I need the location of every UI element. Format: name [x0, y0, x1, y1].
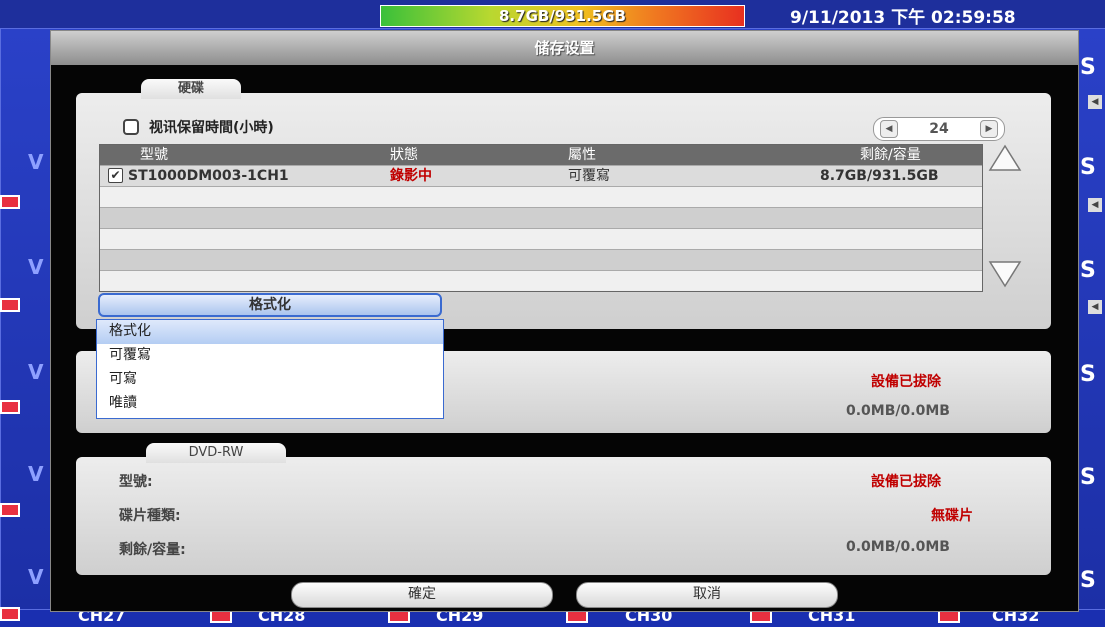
camera-tile-label: V — [28, 255, 44, 279]
table-row[interactable] — [100, 228, 982, 249]
table-row[interactable] — [100, 249, 982, 270]
camera-tile-label: S — [1080, 55, 1096, 80]
hdd-tab: 硬碟 — [141, 79, 241, 99]
hdd-status: 錄影中 — [390, 168, 432, 184]
decrement-button[interactable]: ◀ — [880, 120, 898, 138]
film-icon — [0, 195, 20, 209]
hdd-table: 型號 狀態 屬性 剩餘/容量 ✔ ST1000DM003-1CH1 錄影中 可覆… — [99, 144, 983, 292]
column-header-attribute: 屬性 — [568, 147, 596, 163]
datetime: 9/11/2013 下午 02:59:58 — [790, 8, 1016, 28]
usb-capacity: 0.0MB/0.0MB — [846, 403, 950, 419]
dvd-disc-type-label: 碟片種類: — [119, 508, 181, 524]
camera-tile-label: S — [1080, 155, 1096, 180]
column-header-model: 型號 — [140, 147, 168, 163]
camera-tile-label: S — [1080, 362, 1096, 387]
row-checkbox[interactable]: ✔ — [108, 168, 123, 183]
film-icon — [0, 298, 20, 312]
cancel-button[interactable]: 取消 — [576, 582, 838, 608]
retention-hours-stepper: ◀ 24 ▶ — [873, 117, 1005, 141]
camera-tile-label: V — [28, 150, 44, 174]
retention-hours-value: 24 — [929, 121, 949, 137]
column-header-capacity: 剩餘/容量 — [860, 147, 921, 163]
menu-option-readonly[interactable]: 唯讀 — [97, 392, 443, 416]
scroll-up-icon[interactable] — [987, 143, 1023, 173]
camera-tile-label: S — [1080, 465, 1096, 490]
film-icon — [0, 503, 20, 517]
menu-option-format[interactable]: 格式化 — [97, 320, 443, 344]
column-header-status: 狀態 — [390, 147, 418, 163]
hdd-model: ST1000DM003-1CH1 — [128, 168, 289, 184]
dvd-status: 設備已拔除 — [871, 474, 941, 490]
camera-tile-label: S — [1080, 568, 1096, 593]
format-select-menu: 格式化 可覆寫 可寫 唯讀 — [96, 319, 444, 419]
menu-option-overwrite[interactable]: 可覆寫 — [97, 344, 443, 368]
camera-tile-label: V — [28, 360, 44, 384]
retention-label: 视讯保留時間(小時) — [149, 120, 274, 136]
film-icon — [0, 607, 20, 621]
camera-tile-label: V — [28, 565, 44, 589]
camera-tile-label: V — [28, 462, 44, 486]
hdd-usage-bar: 8.7GB/931.5GB — [380, 5, 745, 27]
scroll-down-icon[interactable] — [987, 259, 1023, 289]
retention-checkbox[interactable] — [123, 119, 139, 135]
arrow-left-icon[interactable]: ◀ — [1088, 198, 1102, 212]
camera-tile-label: S — [1080, 258, 1096, 283]
table-row[interactable]: ✔ ST1000DM003-1CH1 錄影中 可覆寫 8.7GB/931.5GB — [100, 165, 982, 186]
dvd-capacity-label: 剩餘/容量: — [119, 542, 186, 558]
dvd-disc-status: 無碟片 — [931, 508, 973, 524]
table-header: 型號 狀態 屬性 剩餘/容量 — [100, 145, 982, 165]
menu-option-writable[interactable]: 可寫 — [97, 368, 443, 392]
hdd-attribute: 可覆寫 — [568, 168, 610, 184]
storage-settings-dialog: 储存设置 硬碟 视讯保留時間(小時) ◀ 24 ▶ 型號 狀態 屬性 剩餘/容量… — [50, 30, 1079, 612]
arrow-left-icon[interactable]: ◀ — [1088, 95, 1102, 109]
hdd-usage-text: 8.7GB/931.5GB — [499, 7, 626, 25]
dvd-model-label: 型號: — [119, 474, 153, 490]
dvd-capacity: 0.0MB/0.0MB — [846, 539, 950, 555]
film-icon — [0, 400, 20, 414]
table-row[interactable] — [100, 186, 982, 207]
status-bar: 8.7GB/931.5GB 9/11/2013 下午 02:59:58 — [0, 0, 1105, 28]
format-select[interactable]: 格式化 — [98, 293, 442, 317]
table-row[interactable] — [100, 270, 982, 290]
table-row[interactable] — [100, 207, 982, 228]
increment-button[interactable]: ▶ — [980, 120, 998, 138]
hdd-capacity: 8.7GB/931.5GB — [820, 168, 939, 184]
usb-status: 設備已拔除 — [871, 374, 941, 390]
ok-button[interactable]: 確定 — [291, 582, 553, 608]
arrow-left-icon[interactable]: ◀ — [1088, 300, 1102, 314]
dvd-tab: DVD-RW — [146, 443, 286, 463]
dialog-title: 储存设置 — [51, 31, 1078, 65]
